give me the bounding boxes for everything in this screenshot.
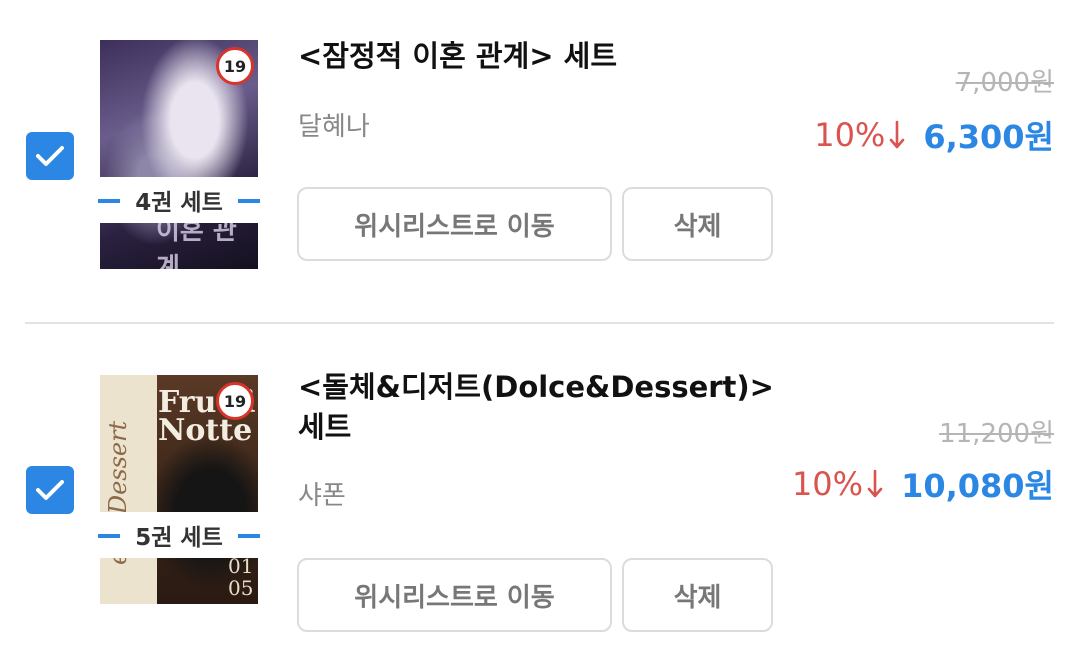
item-divider xyxy=(25,322,1054,324)
price-row: 10% 10,080원 xyxy=(792,461,1054,507)
discount-rate: 10% xyxy=(791,465,864,503)
item-checkbox[interactable] xyxy=(26,132,74,180)
move-to-wishlist-button[interactable]: 위시리스트로 이동 xyxy=(297,558,612,632)
delete-button[interactable]: 삭제 xyxy=(622,558,773,632)
final-price: 6,300원 xyxy=(923,118,1054,156)
book-author: 달혜나 xyxy=(298,112,370,142)
cart-item: e & Dessert Frutti Notte 01 05 19 5권 세트 … xyxy=(0,325,1080,660)
check-icon xyxy=(36,146,64,166)
final-price: 10,080원 xyxy=(901,467,1054,505)
discount-rate: 10% xyxy=(814,116,886,154)
item-checkbox[interactable] xyxy=(26,466,74,514)
arrow-down-icon xyxy=(867,469,883,499)
price-row: 10% 6,300원 xyxy=(814,112,1054,158)
book-title[interactable]: <돌체&디저트(Dolce&Dessert)> 세트 xyxy=(298,367,778,447)
cover-volume: 01 05 xyxy=(228,554,254,600)
age-19-badge: 19 xyxy=(216,47,254,85)
set-count-label: 5권 세트 xyxy=(98,512,260,558)
arrow-down-icon xyxy=(889,120,905,150)
original-price: 11,200원 xyxy=(939,419,1054,449)
book-cover-image[interactable]: e & Dessert Frutti Notte 01 05 19 xyxy=(100,375,258,604)
set-count-label: 4권 세트 xyxy=(98,177,260,223)
book-title[interactable]: <잠정적 이혼 관계> 세트 xyxy=(298,36,617,76)
original-price: 7,000원 xyxy=(955,68,1054,98)
age-19-badge: 19 xyxy=(216,382,254,420)
delete-button[interactable]: 삭제 xyxy=(622,187,773,261)
check-icon xyxy=(36,480,64,500)
book-cover-image[interactable]: 이혼 관계 19 xyxy=(100,40,258,269)
move-to-wishlist-button[interactable]: 위시리스트로 이동 xyxy=(297,187,612,261)
book-author: 샤폰 xyxy=(298,481,346,511)
cart-item: 이혼 관계 19 4권 세트 <잠정적 이혼 관계> 세트 달혜나 위시리스트로… xyxy=(0,0,1080,320)
